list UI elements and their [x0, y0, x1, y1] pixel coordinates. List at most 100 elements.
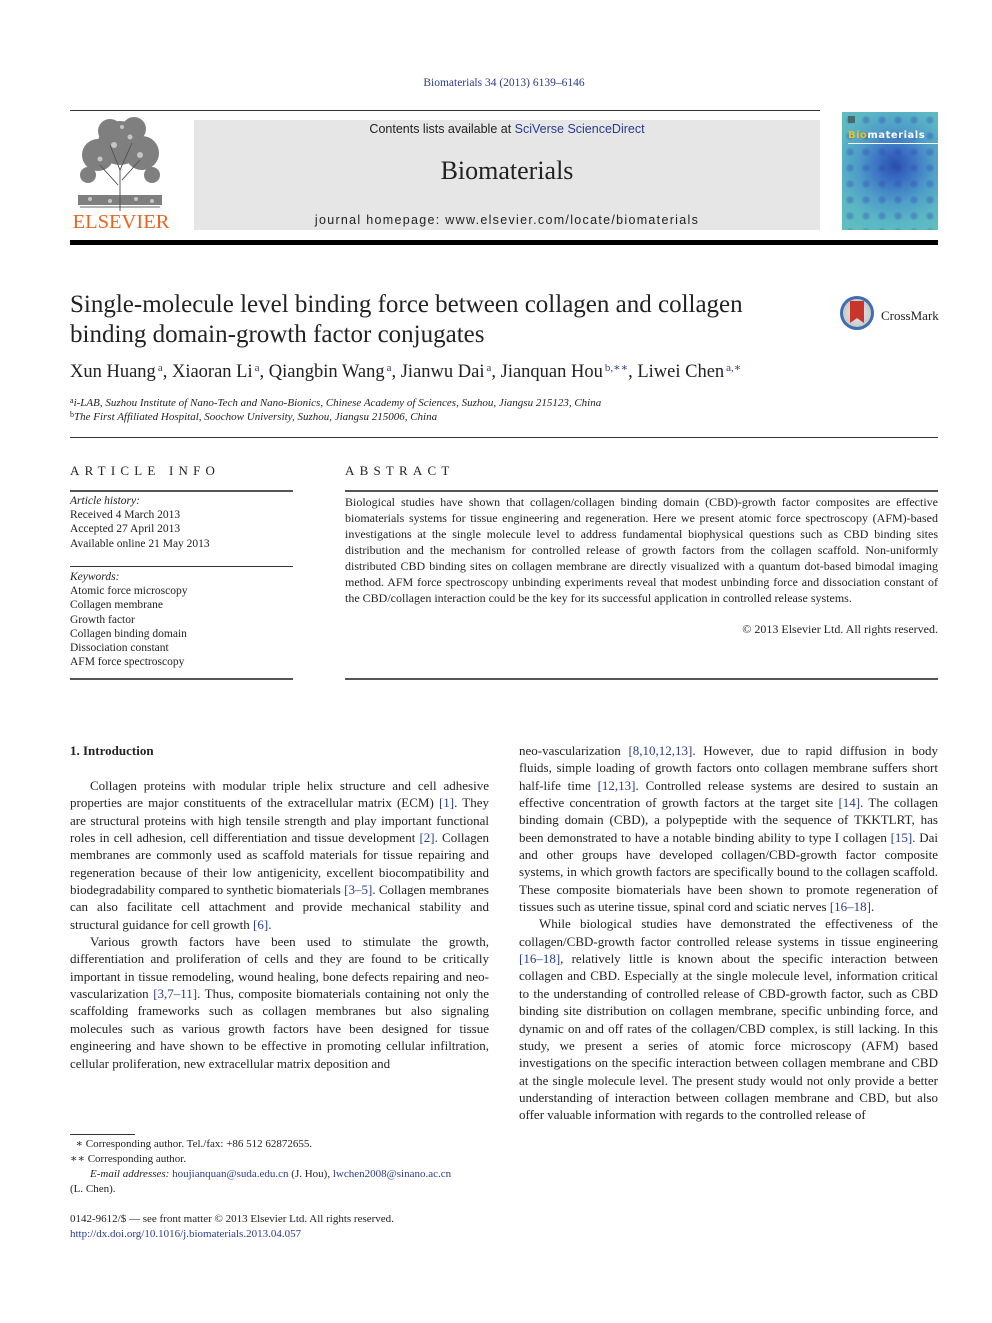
body-column-left: Collagen proteins with modular triple he… — [70, 777, 489, 1072]
author-name: Xun Huang — [70, 362, 156, 382]
footnote-emails: E-mail addresses: houjianquan@suda.edu.c… — [70, 1167, 490, 1182]
cover-title-rest: materials — [867, 130, 926, 141]
history-received: Received 4 March 2013 — [70, 509, 181, 522]
doi-link[interactable]: http://dx.doi.org/10.1016/j.biomaterials… — [70, 1228, 301, 1240]
article-info-heading: ARTICLE INFO — [70, 463, 221, 478]
body-text: . — [268, 916, 272, 932]
journal-citation-link[interactable]: Biomaterials 34 (2013) 6139–6146 — [0, 77, 992, 89]
author-affiliation-mark[interactable]: a,∗ — [726, 362, 741, 374]
abstract-bottom-rule — [345, 678, 938, 680]
author-affiliation-mark[interactable]: a — [387, 362, 392, 374]
elsevier-wordmark: ELSEVIER — [72, 211, 170, 233]
email-owner: (J. Hou), — [288, 1168, 333, 1180]
body-text: neo-vascularization — [519, 743, 629, 758]
header-rule — [70, 110, 820, 111]
cover-title-highlight: Bio — [848, 130, 868, 141]
author[interactable]: Jianwu Dai a — [401, 362, 492, 382]
keyword: Dissociation constant — [70, 642, 169, 655]
affiliation-text: The First Affiliated Hospital, Soochow U… — [74, 411, 438, 423]
body-column-right: neo-vascularization [8,10,12,13]. Howeve… — [519, 742, 938, 1124]
article-history: Article history: Received 4 March 2013 A… — [70, 494, 210, 551]
reference-link[interactable]: [8,10,12,13] — [628, 743, 692, 758]
journal-header-band: Contents lists available at SciVerse Sci… — [194, 120, 820, 230]
abstract-copyright: © 2013 Elsevier Ltd. All rights reserved… — [742, 622, 938, 636]
footnote-text: Corresponding author. — [87, 1153, 187, 1165]
cover-rule — [848, 143, 938, 144]
elsevier-tree-icon — [78, 117, 162, 211]
keyword: Collagen binding domain — [70, 627, 187, 640]
author[interactable]: Xiaoran Li a — [172, 362, 260, 382]
author-affiliation-mark[interactable]: b,∗∗ — [605, 362, 628, 374]
journal-name: Biomaterials — [440, 156, 574, 185]
abstract-text: Biological studies have shown that colla… — [345, 495, 938, 605]
contents-line: Contents lists available at SciVerse Sci… — [194, 122, 820, 136]
reference-link[interactable]: [3–5] — [344, 882, 372, 897]
footnote-mark: ∗∗ — [70, 1153, 85, 1165]
keywords: Keywords: Atomic force microscopy Collag… — [70, 570, 188, 669]
reference-link[interactable]: [3,7–11] — [153, 986, 197, 1001]
body-text: , relatively little is known about the s… — [519, 951, 938, 1123]
author-list: Xun Huang a, Xiaoran Li a, Qiangbin Wang a,… — [70, 362, 742, 382]
author-name: Qiangbin Wang — [268, 362, 385, 382]
body-text: While biological studies have demonstrat… — [519, 916, 938, 949]
body-text: Collagen proteins with modular triple he… — [70, 778, 489, 811]
journal-cover-image[interactable]: Biomaterials — [842, 112, 938, 230]
journal-homepage[interactable]: journal homepage: www.elsevier.com/locat… — [194, 213, 820, 227]
affiliation-text: i-LAB, Suzhou Institute of Nano-Tech and… — [73, 397, 602, 409]
author-name: Jianquan Hou — [500, 362, 603, 382]
history-accepted: Accepted 27 April 2013 — [70, 523, 181, 536]
footnotes: ∗ Corresponding author. Tel./fax: +86 51… — [70, 1137, 490, 1197]
keyword: Atomic force microscopy — [70, 585, 188, 598]
author-name: Liwei Chen — [637, 362, 725, 382]
email-link-chen[interactable]: lwchen2008@sinano.ac.cn — [333, 1168, 451, 1180]
body-text: . — [871, 899, 875, 915]
crossmark-button[interactable]: CrossMark — [840, 296, 950, 336]
cover-title: Biomaterials — [848, 130, 925, 141]
reference-link[interactable]: [14] — [838, 795, 860, 810]
history-online: Available online 21 May 2013 — [70, 537, 210, 550]
affiliation-a: ai-LAB, Suzhou Institute of Nano-Tech an… — [70, 396, 601, 409]
front-matter: 0142-9612/$ — see front matter © 2013 El… — [70, 1212, 394, 1242]
author[interactable]: Qiangbin Wang a — [269, 362, 392, 382]
front-matter-text: 0142-9612/$ — see front matter © 2013 El… — [70, 1213, 394, 1225]
footnote-corresponding-1: ∗ Corresponding author. Tel./fax: +86 51… — [70, 1137, 490, 1152]
article-title: Single-molecule level binding force betw… — [70, 291, 743, 348]
author[interactable]: Jianquan Hou b,∗∗ — [501, 362, 628, 382]
footnote-text: Corresponding author. Tel./fax: +86 512 … — [85, 1138, 313, 1150]
paragraph: Collagen proteins with modular triple he… — [70, 777, 489, 933]
reference-link[interactable]: [16–18] — [519, 951, 560, 966]
footnote-rule — [70, 1134, 135, 1135]
keywords-label: Keywords: — [70, 571, 120, 583]
author[interactable]: Liwei Chen a,∗ — [637, 362, 741, 382]
crossmark-label: CrossMark — [881, 308, 939, 323]
email-link-hou[interactable]: houjianquan@suda.edu.cn — [172, 1168, 288, 1180]
contents-prefix: Contents lists available at — [369, 122, 515, 136]
paragraph: neo-vascularization [8,10,12,13]. Howeve… — [519, 742, 938, 915]
email-owner: (L. Chen). — [70, 1183, 116, 1195]
abstract-rule — [345, 490, 938, 492]
reference-link[interactable]: [1] — [439, 795, 454, 810]
email-label: E-mail addresses: — [90, 1168, 170, 1180]
author-affiliation-mark[interactable]: a — [255, 362, 260, 374]
section-rule — [70, 437, 938, 438]
author-affiliation-mark[interactable]: a — [158, 362, 163, 374]
reference-link[interactable]: [16–18] — [830, 899, 871, 914]
footnote-corresponding-2: ∗∗ Corresponding author. — [70, 1152, 490, 1167]
history-label: Article history: — [70, 495, 140, 507]
reference-link[interactable]: [2] — [419, 830, 434, 845]
paragraph: Various growth factors have been used to… — [70, 933, 489, 1072]
reference-link[interactable]: [15] — [891, 830, 913, 845]
reference-link[interactable]: [6] — [253, 917, 268, 932]
affiliation-b: bThe First Affiliated Hospital, Soochow … — [70, 410, 437, 423]
sciencedirect-link[interactable]: SciVerse ScienceDirect — [515, 122, 645, 136]
author-name: Xiaoran Li — [171, 362, 253, 382]
keyword: AFM force spectroscopy — [70, 656, 185, 669]
keyword: Collagen membrane — [70, 599, 163, 612]
author-affiliation-mark[interactable]: a — [486, 362, 491, 374]
cover-publisher-icon — [848, 116, 855, 123]
elsevier-logo[interactable]: ELSEVIER — [70, 112, 172, 234]
author[interactable]: Xun Huang a — [70, 362, 163, 382]
reference-link[interactable]: [12,13] — [598, 778, 636, 793]
header-thick-rule — [70, 240, 938, 245]
footnote-mark: ∗ — [75, 1138, 83, 1150]
